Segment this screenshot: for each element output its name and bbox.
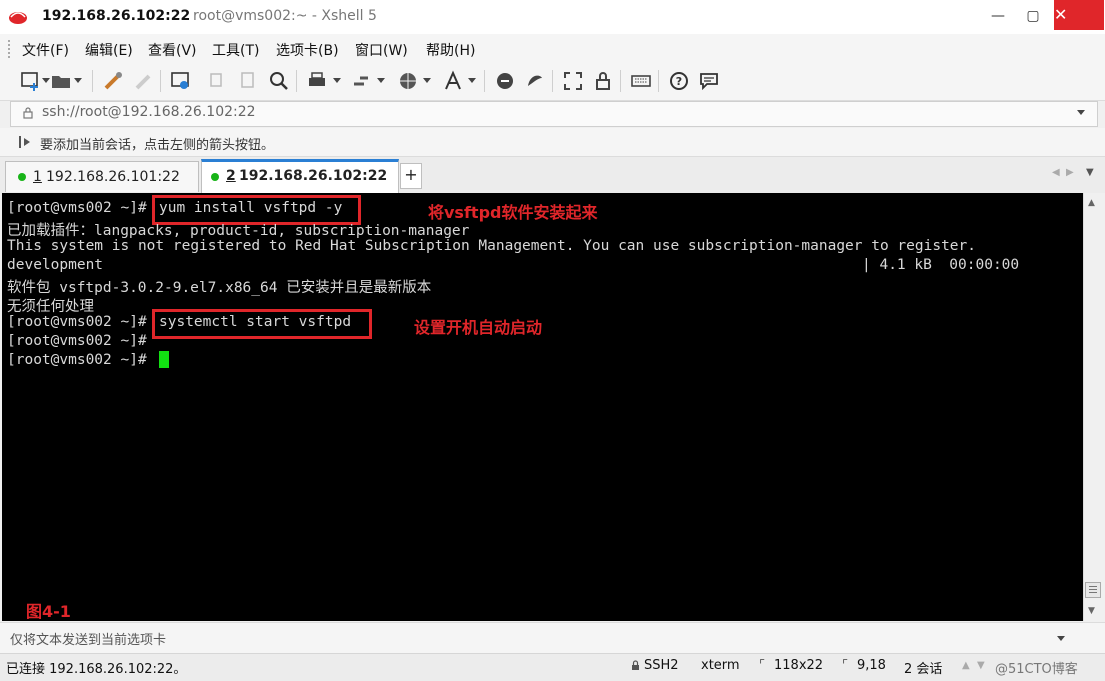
toolbar-separator <box>296 70 297 92</box>
tab-scroll-right-icon[interactable]: ▶ <box>1066 167 1074 178</box>
xftp-icon[interactable] <box>494 70 516 92</box>
tab-label: 192.168.26.102:22 <box>239 168 388 184</box>
fullscreen-icon[interactable] <box>562 70 584 92</box>
terminal-output-line: 无须任何处理 <box>7 299 94 315</box>
terminal-cursor <box>159 351 169 368</box>
window-title-host: 192.168.26.102:22 <box>42 8 191 24</box>
window-title: root@vms002:~ - Xshell 5 <box>193 8 377 24</box>
watermark: @51CTO博客 <box>995 662 1078 677</box>
terminal-output-line: development <box>7 257 104 273</box>
new-session-dropdown-icon[interactable] <box>42 78 50 83</box>
disconnect-icon <box>135 74 151 90</box>
menu-tools[interactable]: 工具(T) <box>212 40 259 60</box>
menu-tabs[interactable]: 选项卡(B) <box>276 40 339 60</box>
add-session-arrow-icon[interactable] <box>18 134 34 150</box>
toolbar-separator <box>160 70 161 92</box>
message-icon[interactable] <box>698 70 720 92</box>
menu-grip <box>8 40 13 58</box>
annotation-autostart: 设置开机自动启动 <box>414 318 543 337</box>
tab-list-dropdown-icon[interactable]: ▼ <box>1086 167 1094 178</box>
session-next-icon[interactable]: ▼ <box>977 660 985 671</box>
hint-text: 要添加当前会话，点击左侧的箭头按钮。 <box>40 138 275 153</box>
font-icon[interactable] <box>442 70 464 92</box>
menu-help[interactable]: 帮助(H) <box>426 40 475 60</box>
tab-scroll-left-icon[interactable]: ◀ <box>1052 167 1060 178</box>
status-session-count: 2 会话 <box>904 662 943 677</box>
address-input[interactable]: ssh://root@192.168.26.102:22 <box>42 104 256 120</box>
terminal-prompt: [root@vms002 ~]# <box>7 200 147 216</box>
status-cursor-position: 9,18 <box>857 658 886 673</box>
figure-label: 图4-1 <box>26 602 71 621</box>
toolbar-separator <box>92 70 93 92</box>
globe-dropdown-icon[interactable] <box>423 78 431 83</box>
toolbar-separator <box>484 70 485 92</box>
copy-icon <box>210 73 222 87</box>
terminal-prompt: [root@vms002 ~]# <box>7 352 147 368</box>
minimize-button[interactable]: — <box>985 4 1011 28</box>
maximize-button[interactable]: ▢ <box>1020 4 1046 28</box>
menu-view[interactable]: 查看(V) <box>148 40 197 60</box>
help-icon[interactable]: ? <box>668 70 690 92</box>
open-dropdown-icon[interactable] <box>74 78 82 83</box>
scrollbar-thumb[interactable] <box>1085 582 1101 598</box>
menu-file[interactable]: 文件(F) <box>22 40 69 60</box>
close-button[interactable]: ✕ <box>1054 0 1104 30</box>
lock-icon[interactable] <box>592 70 614 92</box>
toolbar-separator <box>658 70 659 92</box>
transfer-icon[interactable] <box>350 70 372 92</box>
terminal-output-line: 已加载插件：langpacks, product-id, subscriptio… <box>7 223 470 239</box>
terminal-prompt: [root@vms002 ~]# <box>7 314 147 330</box>
add-tab-button[interactable]: + <box>400 163 422 189</box>
transfer-dropdown-icon[interactable] <box>377 78 385 83</box>
tab-session-2[interactable]: 2 192.168.26.102:22 <box>201 159 399 194</box>
terminal-prompt: [root@vms002 ~]# <box>7 333 147 349</box>
find-icon[interactable] <box>268 70 290 92</box>
xmanager-icon[interactable] <box>524 70 546 92</box>
padlock-icon <box>23 107 33 119</box>
cursor-position-icon: ⌜ <box>842 658 849 673</box>
tab-index: 2 <box>226 168 236 184</box>
open-folder-icon[interactable] <box>50 70 72 92</box>
highlight-box-command-2 <box>152 309 372 339</box>
font-dropdown-icon[interactable] <box>468 78 476 83</box>
address-dropdown-icon[interactable] <box>1077 110 1085 115</box>
scroll-up-icon[interactable]: ▲ <box>1088 198 1095 208</box>
terminal-output-line: This system is not registered to Red Hat… <box>7 238 977 254</box>
session-prev-icon[interactable]: ▲ <box>962 660 970 671</box>
svg-text:?: ? <box>676 75 682 88</box>
new-session-icon[interactable] <box>20 70 42 92</box>
keyboard-icon[interactable] <box>630 70 652 92</box>
status-terminal-type: xterm <box>701 658 740 673</box>
status-protocol: SSH2 <box>644 658 679 673</box>
compose-dropdown-icon[interactable] <box>1057 636 1065 641</box>
compose-input[interactable]: 仅将文本发送到当前选项卡 <box>10 629 166 648</box>
tab-index: 1 <box>33 169 42 185</box>
print-icon[interactable] <box>306 70 328 92</box>
print-dropdown-icon[interactable] <box>333 78 341 83</box>
xshell-logo-icon <box>9 12 27 24</box>
status-terminal-size: 118x22 <box>774 658 824 673</box>
reconnect-icon[interactable] <box>102 70 124 92</box>
terminal-output-progress: | 4.1 kB 00:00:00 <box>862 257 1020 273</box>
tab-label: 192.168.26.101:22 <box>46 169 180 185</box>
paste-icon <box>241 72 254 88</box>
toolbar-separator <box>620 70 621 92</box>
globe-icon[interactable] <box>397 70 419 92</box>
properties-icon[interactable] <box>170 70 192 92</box>
menu-edit[interactable]: 编辑(E) <box>85 40 133 60</box>
terminal-scrollbar[interactable] <box>1083 193 1104 621</box>
connected-dot-icon <box>211 173 219 181</box>
status-connection: 已连接 192.168.26.102:22。 <box>6 662 187 677</box>
tab-session-1[interactable]: 1 192.168.26.101:22 <box>5 161 199 192</box>
ssh-lock-icon <box>632 660 639 670</box>
scroll-down-icon[interactable]: ▼ <box>1088 606 1095 616</box>
toolbar-separator <box>552 70 553 92</box>
size-icon: ⌜ <box>759 658 766 673</box>
menu-window[interactable]: 窗口(W) <box>355 40 408 60</box>
terminal-output-line: 软件包 vsftpd-3.0.2-9.el7.x86_64 已安装并且是最新版本 <box>7 280 432 296</box>
connected-dot-icon <box>18 173 26 181</box>
